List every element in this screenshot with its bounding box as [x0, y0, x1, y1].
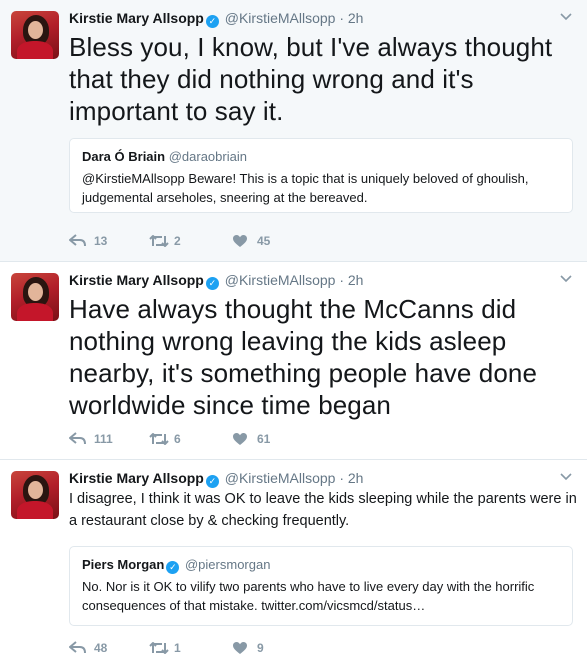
tweet-text: Bless you, I know, but I've always thoug…	[69, 32, 553, 126]
avatar[interactable]	[11, 273, 59, 321]
reply-button[interactable]: 48	[69, 639, 107, 657]
quoted-tweet[interactable]: Dara Ó Briain @daraobriain @KirstieMAlls…	[69, 138, 573, 213]
like-count: 61	[257, 432, 271, 446]
reply-icon	[69, 639, 91, 657]
avatar[interactable]	[11, 471, 59, 519]
retweet-icon	[149, 639, 171, 657]
author-name[interactable]: Kirstie Mary Allsopp	[69, 10, 204, 26]
like-count: 45	[257, 234, 271, 248]
quoted-tweet-text: No. Nor is it OK to vilify two parents w…	[82, 579, 535, 613]
verified-badge-icon: ✓	[205, 475, 219, 488]
verified-badge-icon: ✓	[205, 15, 219, 28]
retweet-count: 1	[174, 641, 181, 655]
like-button[interactable]: 9	[232, 639, 264, 657]
separator: ·	[339, 10, 344, 26]
retweet-button[interactable]: 1	[149, 639, 181, 657]
like-button[interactable]: 61	[232, 430, 270, 448]
reply-button[interactable]: 13	[69, 232, 107, 250]
heart-icon	[232, 232, 254, 250]
quoted-tweet-text: @KirstieMAllsopp Beware! This is a topic…	[82, 171, 529, 205]
quoted-author-name: Dara Ó Briain	[82, 149, 166, 164]
tweet[interactable]: Kirstie Mary Allsopp ✓ @KirstieMAllsopp ·…	[0, 262, 587, 460]
retweet-button[interactable]: 6	[149, 430, 181, 448]
separator: ·	[339, 470, 344, 486]
chevron-down-icon[interactable]	[559, 273, 573, 285]
author-handle[interactable]: @KirstieMAllsopp	[225, 272, 336, 288]
tweet-text: Have always thought the McCanns did noth…	[69, 294, 538, 420]
quoted-tweet[interactable]: Piers Morgan ✓ @piersmorgan No. Nor is it…	[69, 546, 573, 626]
like-button[interactable]: 45	[232, 232, 270, 250]
retweet-count: 2	[174, 234, 181, 248]
reply-count: 48	[94, 641, 108, 655]
quoted-author-name: Piers Morgan	[82, 557, 165, 572]
retweet-count: 6	[174, 432, 181, 446]
quoted-author-handle: @daraobriain	[168, 149, 247, 164]
tweet-text: I disagree, I think it was OK to leave t…	[69, 491, 577, 529]
heart-icon	[232, 639, 254, 657]
author-name[interactable]: Kirstie Mary Allsopp	[69, 470, 204, 486]
tweet[interactable]: Kirstie Mary Allsopp ✓ @KirstieMAllsopp ·…	[0, 460, 587, 667]
retweet-icon	[149, 430, 171, 448]
timestamp[interactable]: 2h	[348, 10, 364, 26]
avatar[interactable]	[11, 11, 59, 59]
reply-count: 111	[94, 432, 113, 446]
reply-button[interactable]: 111	[69, 430, 113, 448]
reply-icon	[69, 430, 91, 448]
tweet-header: Kirstie Mary Allsopp ✓ @KirstieMAllsopp ·…	[69, 469, 567, 488]
tweet[interactable]: Kirstie Mary Allsopp ✓ @KirstieMAllsopp ·…	[0, 0, 587, 262]
chevron-down-icon[interactable]	[559, 11, 573, 23]
quoted-author-handle: @piersmorgan	[184, 557, 271, 572]
verified-badge-icon: ✓	[205, 277, 219, 290]
verified-badge-icon: ✓	[166, 561, 180, 574]
author-handle[interactable]: @KirstieMAllsopp	[225, 470, 336, 486]
separator: ·	[339, 272, 344, 288]
author-handle[interactable]: @KirstieMAllsopp	[225, 10, 336, 26]
heart-icon	[232, 430, 254, 448]
timestamp[interactable]: 2h	[348, 272, 364, 288]
tweet-header: Kirstie Mary Allsopp ✓ @KirstieMAllsopp ·…	[69, 271, 567, 290]
tweet-header: Kirstie Mary Allsopp ✓ @KirstieMAllsopp ·…	[69, 9, 567, 28]
reply-icon	[69, 232, 91, 250]
retweet-button[interactable]: 2	[149, 232, 181, 250]
reply-count: 13	[94, 234, 108, 248]
timestamp[interactable]: 2h	[348, 470, 364, 486]
author-name[interactable]: Kirstie Mary Allsopp	[69, 272, 204, 288]
chevron-down-icon[interactable]	[559, 471, 573, 483]
retweet-icon	[149, 232, 171, 250]
like-count: 9	[257, 641, 264, 655]
